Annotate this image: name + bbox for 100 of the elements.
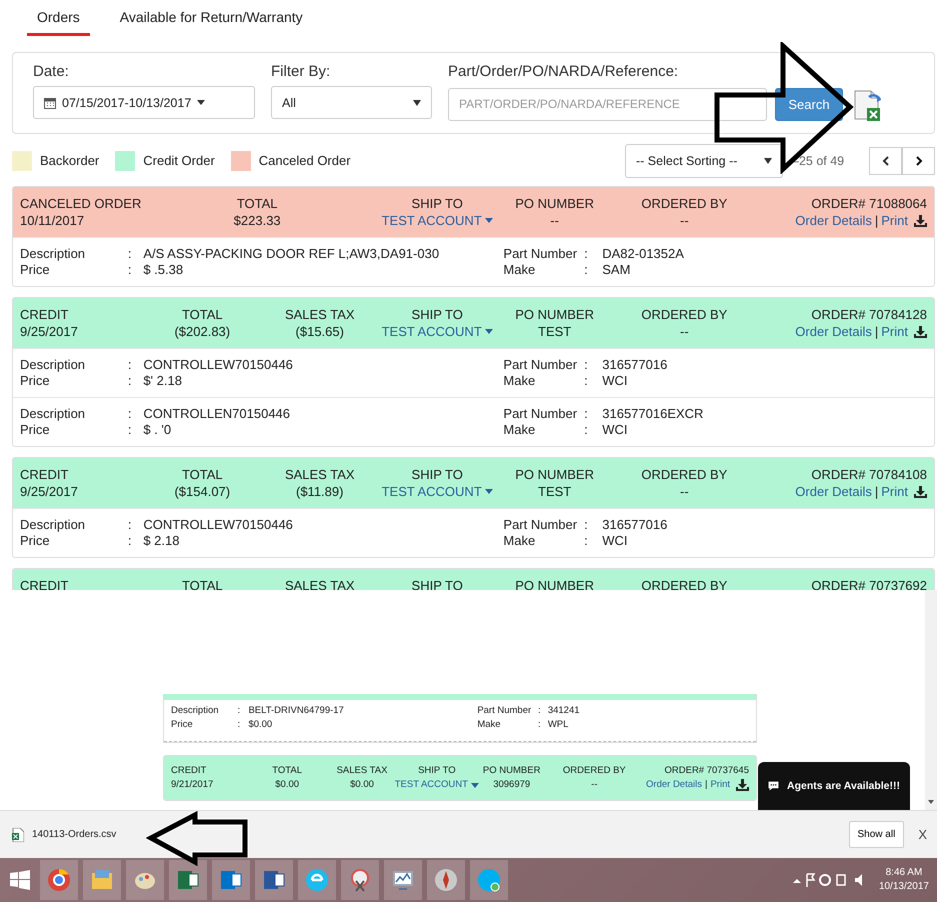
monitor-app-icon[interactable] [384,860,422,900]
column-heading: PO NUMBER [515,466,594,483]
order-number: ORDER# 70737645 [664,764,749,778]
compass-app-icon[interactable] [427,860,465,900]
column-value: $0.00 [275,778,300,792]
colon: : [584,517,589,533]
spreadsheet-icon [12,828,24,842]
scroll-down-icon[interactable] [928,800,934,804]
item-label: Description [20,357,86,373]
item-value: WCI [602,373,629,389]
colon: : [237,718,242,732]
item-label: Make [503,533,536,549]
order-date: 9/25/2017 [20,483,78,500]
column-value: TEST [538,323,572,340]
download-icon[interactable] [914,486,927,498]
scrollbar[interactable] [925,590,937,810]
filter-select[interactable]: All [271,86,432,119]
colon: : [538,718,542,732]
date-range-field[interactable]: 07/15/2017-10/13/2017 [33,86,255,119]
item-label: Part Number [503,246,578,262]
order-details-link[interactable]: Order Details [795,212,872,229]
item-value: 316577016 [602,357,668,373]
order-details-link[interactable]: Order Details [795,483,872,500]
filter-label: Filter By: [271,63,332,80]
colon: : [128,262,133,278]
print-link[interactable]: Print [710,778,730,792]
colon: : [584,246,589,262]
close-button[interactable]: X [918,827,927,842]
column-value: ($11.89) [296,483,344,500]
column-heading: SALES TAX [284,466,355,483]
column-heading: ORDERED BY [641,306,728,323]
ship-to-dropdown[interactable]: TEST ACCOUNT [382,212,493,229]
item-value: 316577016 [602,517,668,533]
search-button[interactable]: Search [775,88,843,120]
column-heading: ORDERED BY [641,577,728,590]
item-value: CONTROLLEW70150446 [143,357,294,373]
print-link[interactable]: Print [881,323,908,340]
item-value: $ .5.38 [143,262,184,278]
ship-to-dropdown[interactable]: TEST ACCOUNT [394,778,479,792]
item-value: A/S ASSY-PACKING DOOR REF L;AW3,DA91-030 [143,246,440,262]
column-value: $0.00 [350,778,374,792]
column-heading: TOTAL [272,764,302,778]
clock-date[interactable]: 10/13/2017 [878,880,929,894]
download-icon[interactable] [736,779,749,791]
column-heading: SHIP TO [418,764,456,778]
order-details-link[interactable]: Order Details [795,323,872,340]
item-label: Make [503,373,536,389]
snip-app-icon[interactable] [341,860,379,900]
word-app-icon[interactable] [255,860,293,900]
item-label: Make [503,422,536,438]
colon: : [584,357,589,373]
colon: : [538,704,542,718]
colon: : [128,246,133,262]
column-value: -- [680,212,689,229]
ship-to-dropdown[interactable]: TEST ACCOUNT [382,483,493,500]
calendar-icon [44,96,56,108]
column-heading: ORDERED BY [641,195,728,212]
download-icon[interactable] [914,326,927,338]
item-label: Price [20,373,51,389]
column-heading: TOTAL [182,577,223,590]
colon: : [128,533,133,549]
caret-icon [470,782,479,788]
chrome-app-icon[interactable] [40,860,78,900]
ship-to-dropdown[interactable]: TEST ACCOUNT [382,323,493,340]
order-date: 10/11/2017 [20,212,84,229]
clock-time[interactable]: 8:46 AM [886,866,922,880]
item-value: BELT-DRIVN64799-17 [248,704,345,718]
item-label: Part Number [503,406,578,422]
colon: : [128,422,133,438]
show-all-button[interactable]: Show all [848,821,904,848]
item-value: CONTROLLEN70150446 [143,406,292,422]
excel-app-icon[interactable] [169,860,207,900]
print-link[interactable]: Print [881,212,908,229]
column-heading: PO NUMBER [515,577,594,590]
tab[interactable]: Available for Return/Warranty [110,9,313,36]
print-link[interactable]: Print [881,483,908,500]
next-page-button[interactable] [902,146,935,174]
windows-start-icon[interactable] [10,870,30,890]
order-number: ORDER# 70784108 [811,466,927,483]
column-heading: SHIP TO [412,466,463,483]
column-heading: PO NUMBER [515,195,594,212]
column-value: -- [591,778,598,792]
search-field[interactable]: PART/ORDER/PO/NARDA/REFERENCE [448,88,767,120]
separator: | [874,483,878,500]
sorting-select[interactable]: -- Select Sorting -- [625,144,783,178]
download-icon[interactable] [914,214,927,226]
outlook-app-icon[interactable] [212,860,250,900]
item-label: Description [20,517,86,533]
caret-icon [764,158,772,164]
order-details-link[interactable]: Order Details [646,778,702,792]
separator: | [874,323,878,340]
colon: : [128,517,133,533]
legend-label: Backorder [40,153,100,168]
chat-widget[interactable]: Agents are Available!!! [758,762,910,810]
column-heading: SHIP TO [412,306,463,323]
download-file-name[interactable]: 140113-Orders.csv [32,829,116,840]
ie-app-icon[interactable] [298,860,336,900]
previous-page-button[interactable] [869,146,902,174]
order-status: CANCELED ORDER [20,195,142,212]
tab[interactable]: Orders [27,9,90,36]
